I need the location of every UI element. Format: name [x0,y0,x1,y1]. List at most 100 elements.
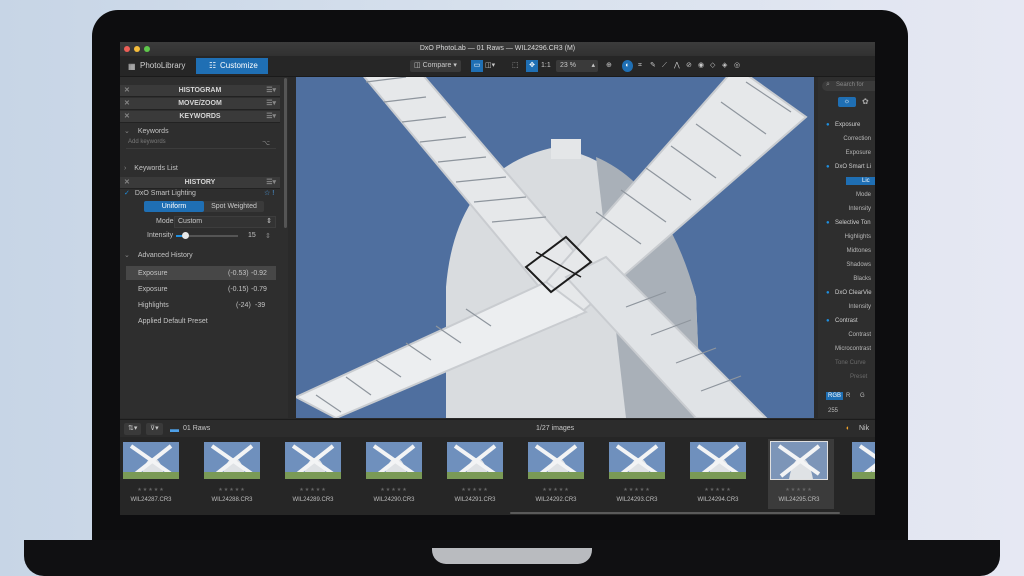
history-item-name[interactable]: Exposure [138,270,168,277]
search-field[interactable]: ⌕ Search for [822,81,875,91]
history-header[interactable]: ✕ HISTORY ☰▾ [120,177,280,189]
filmstrip-thumb[interactable]: ★★★★★ WIL24290.CR3 [363,439,441,509]
compare-button[interactable]: ◫ Compare ▾ [410,60,461,72]
history-item-name[interactable]: Exposure [138,286,168,293]
move-tool-icon[interactable]: ✥ [526,60,538,72]
add-keywords-input[interactable]: Add keywords [128,139,166,145]
star-rating[interactable]: ★★★★★ [282,487,344,493]
palette-header[interactable]: Exposure [835,122,860,128]
keywords-header[interactable]: ✕ KEYWORDS ☰▾ [120,111,280,123]
folder-name[interactable]: 01 Raws [183,423,210,435]
palette-item[interactable]: Midtones [847,248,871,254]
filmstrip-thumb-partial[interactable] [849,439,875,509]
channel-button[interactable]: G [858,392,867,400]
stepper-icon[interactable]: ⇕ [265,232,271,240]
channel-button[interactable]: RGB [826,392,844,400]
star-rating[interactable]: ★★★★★ [201,487,263,493]
filmstrip-thumb[interactable]: ★★★★★ WIL24293.CR3 [606,439,684,509]
color-tab-icon[interactable]: ✿ [862,97,869,106]
star-rating[interactable]: ★★★★★ [525,487,587,493]
palette-item-disabled[interactable]: Tone Curve [835,360,866,366]
keywords-list-row[interactable]: › Keywords List [124,165,178,172]
palette-header[interactable]: Contrast [835,318,858,324]
tag-icon[interactable]: ⌥ [262,139,270,147]
palette-item[interactable]: Intensity [849,304,871,310]
repair-icon[interactable]: ⊘ [686,60,692,72]
filmstrip-thumb[interactable]: ★★★★★ WIL24288.CR3 [201,439,279,509]
filmstrip-thumb[interactable]: ★★★★★ WIL24289.CR3 [282,439,360,509]
tab-photolibrary[interactable]: ▦ PhotoLibrary [120,58,194,74]
star-rating[interactable]: ★★★★★ [687,487,749,493]
palette-header[interactable]: Selective Ton [835,220,871,226]
smart-lighting-row[interactable]: ✓ DxO Smart Lighting [124,189,196,197]
filter-button[interactable]: ⊽▾ [146,423,163,435]
nik-button[interactable]: Nik [859,423,869,435]
close-section-icon[interactable]: ✕ [124,177,130,188]
star-rating[interactable]: ★★★★★ [444,487,506,493]
advanced-history-row[interactable]: ⌄ Advanced History [124,251,193,259]
palette-item[interactable]: Shadows [846,262,871,268]
checkbox-icon[interactable]: ● [826,122,830,128]
filmstrip-thumb[interactable]: ★★★★★ WIL24292.CR3 [525,439,603,509]
intensity-slider[interactable] [176,232,238,239]
mask-icon[interactable]: ◈ [722,60,727,72]
zoom-level-select[interactable]: 23 % ▴ [556,60,598,72]
filmstrip-thumb-selected[interactable]: ★★★★★ WIL24295.CR3 [768,439,834,509]
image-viewer[interactable] [296,77,814,418]
palette-item[interactable]: Blacks [853,276,871,282]
split-view-icon[interactable]: ◫▾ [485,60,495,72]
palette-header[interactable]: DxO ClearVie [835,290,872,296]
filmstrip-thumb[interactable]: ★★★★★ WIL24291.CR3 [444,439,522,509]
checkbox-icon[interactable]: ● [826,290,830,296]
palette-item[interactable]: Highlights [845,234,871,240]
star-rating[interactable]: ★★★★★ [120,487,182,493]
tab-customize[interactable]: ☷ Customize [196,58,268,74]
checkbox-icon[interactable]: ● [826,318,830,324]
palette-item[interactable]: Intensity [849,206,871,212]
white-balance-icon[interactable]: ◐ [622,60,633,72]
keywords-row[interactable]: ⌄ Keywords [124,127,169,135]
straighten-icon[interactable]: ⟋ [662,60,667,72]
palette-item[interactable]: Exposure [846,150,871,156]
checkbox-icon[interactable]: ● [826,220,830,226]
close-section-icon[interactable]: ✕ [124,85,130,96]
menu-icon[interactable]: ☰▾ [266,111,276,122]
star-rating[interactable]: ★★★★★ [768,487,830,493]
close-section-icon[interactable]: ✕ [124,98,130,109]
menu-icon[interactable]: ☰▾ [266,85,276,96]
level-value[interactable]: 255 [828,408,838,414]
uniform-button[interactable]: Uniform [144,201,204,212]
palette-button[interactable]: Lic [846,177,875,185]
checkbox-icon[interactable]: ✓ [124,190,130,197]
sort-button[interactable]: ⇅▾ [124,423,142,435]
star-favorite-icon[interactable]: ☆ ! [264,189,274,197]
zoom-1to1-button[interactable]: 1:1 [541,60,551,72]
palette-item-disabled[interactable]: Preset [850,374,867,380]
history-item-name[interactable]: Highlights [138,302,169,309]
local-adjust-icon[interactable]: ◇ [710,60,715,72]
palette-header[interactable]: DxO Smart Li [835,164,871,170]
intensity-slider-handle[interactable] [181,232,189,239]
palette-item[interactable]: Contrast [848,332,871,338]
filmstrip-thumb[interactable]: ★★★★★ WIL24294.CR3 [687,439,765,509]
close-section-icon[interactable]: ✕ [124,111,130,122]
palette-item[interactable]: Microcontrast [835,346,871,352]
movezoom-header[interactable]: ✕ MOVE/ZOOM ☰▾ [120,98,280,110]
eyedropper-icon[interactable]: ✎ [650,60,656,72]
preview-eye-icon[interactable]: ◎ [734,60,740,72]
red-eye-icon[interactable]: ◉ [698,60,704,72]
loupe-icon[interactable]: ⊕ [606,60,612,72]
left-panel-scrollbar[interactable] [284,78,287,228]
history-item-name[interactable]: Applied Default Preset [138,318,208,325]
crop-icon[interactable]: ⌗ [638,60,642,72]
crop-fit-icon[interactable]: ⬚ [512,60,519,72]
spot-weighted-button[interactable]: Spot Weighted [204,201,264,212]
star-rating[interactable]: ★★★★★ [363,487,425,493]
filmstrip-thumb[interactable]: ★★★★★ WIL24287.CR3 [120,439,198,509]
checkbox-icon[interactable]: ● [826,164,830,170]
filmstrip-scrollbar[interactable] [510,512,840,514]
histogram-header[interactable]: ✕ HISTOGRAM ☰▾ [120,85,280,97]
menu-icon[interactable]: ☰▾ [266,98,276,109]
single-view-icon[interactable]: ▭ [471,60,483,72]
menu-icon[interactable]: ☰▾ [266,177,276,188]
